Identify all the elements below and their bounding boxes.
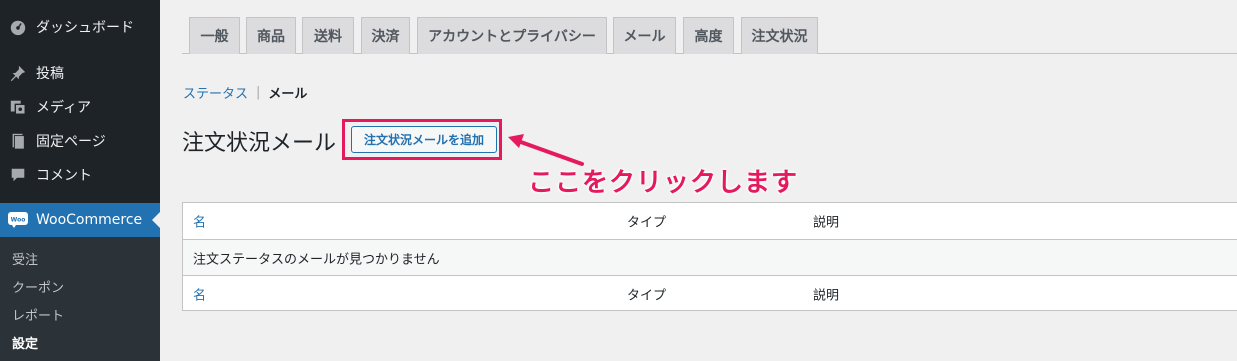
submenu-item-reports[interactable]: レポート <box>12 305 64 324</box>
column-header-description: 説明 <box>813 215 840 231</box>
woo-icon: Woo <box>8 210 28 230</box>
submenu-item-orders[interactable]: 受注 <box>12 249 38 268</box>
sidebar-item-woocommerce[interactable]: Woo WooCommerce <box>0 203 160 237</box>
table-footer-row: 名 タイプ 説明 <box>183 276 1237 312</box>
sidebar-item-label: 投稿 <box>36 66 64 82</box>
submenu-item-coupons[interactable]: クーポン <box>12 277 64 296</box>
column-header-name[interactable]: 名 <box>193 212 206 231</box>
tab-payments[interactable]: 決済 <box>361 17 410 54</box>
tab-products[interactable]: 商品 <box>246 17 296 54</box>
media-icon <box>8 97 28 117</box>
tab-advanced[interactable]: 高度 <box>683 17 734 54</box>
column-footer-description: 説明 <box>813 288 840 304</box>
table-header-row: 名 タイプ 説明 <box>183 203 1237 240</box>
pushpin-icon <box>8 63 28 83</box>
annotation-text: ここをクリックします <box>528 168 799 198</box>
sidebar-item-label: WooCommerce <box>36 212 143 228</box>
sidebar-item-comments[interactable]: コメント <box>0 158 160 192</box>
sidebar-item-label: 固定ページ <box>36 134 106 150</box>
tab-emails[interactable]: メール <box>613 17 676 54</box>
sidebar-item-dashboard[interactable]: ダッシュボード <box>0 10 160 44</box>
dashboard-icon <box>8 17 28 37</box>
tab-general[interactable]: 一般 <box>189 17 240 54</box>
column-footer-name[interactable]: 名 <box>193 285 206 304</box>
svg-text:Woo: Woo <box>11 217 26 224</box>
breadcrumb: ステータス | メール <box>183 83 307 102</box>
add-order-status-email-button[interactable]: 注文状況メールを追加 <box>351 126 497 153</box>
tab-order-status[interactable]: 注文状況 <box>741 17 818 54</box>
active-indicator <box>152 212 160 228</box>
breadcrumb-separator: | <box>256 85 261 100</box>
sidebar-item-posts[interactable]: 投稿 <box>0 56 160 90</box>
sidebar-item-label: ダッシュボード <box>36 20 134 36</box>
breadcrumb-current: メール <box>268 87 308 102</box>
column-header-type: タイプ <box>627 215 667 231</box>
submenu-item-settings[interactable]: 設定 <box>12 333 38 352</box>
sidebar-item-label: メディア <box>36 100 92 116</box>
admin-sidebar: ダッシュボード 投稿 メディア 固定ページ コメント Woo WooCommer… <box>0 0 160 361</box>
sidebar-item-media[interactable]: メディア <box>0 90 160 124</box>
page-icon <box>8 131 28 151</box>
tab-accounts-privacy[interactable]: アカウントとプライバシー <box>417 17 607 54</box>
comment-icon <box>8 165 28 185</box>
page-title: 注文状況メール <box>182 131 337 156</box>
column-footer-type: タイプ <box>627 288 667 304</box>
sidebar-item-pages[interactable]: 固定ページ <box>0 124 160 158</box>
order-status-emails-table: 名 タイプ 説明 注文ステータスのメールが見つかりません 名 タイプ 説明 <box>182 202 1237 311</box>
breadcrumb-status-link[interactable]: ステータス <box>183 83 248 102</box>
table-row: 注文ステータスのメールが見つかりません <box>183 240 1237 276</box>
empty-message: 注文ステータスのメールが見つかりません <box>193 252 440 267</box>
tab-shipping[interactable]: 送料 <box>302 17 354 54</box>
sidebar-item-label: コメント <box>36 168 92 184</box>
woocommerce-submenu: 受注 クーポン レポート 設定 <box>0 237 160 361</box>
